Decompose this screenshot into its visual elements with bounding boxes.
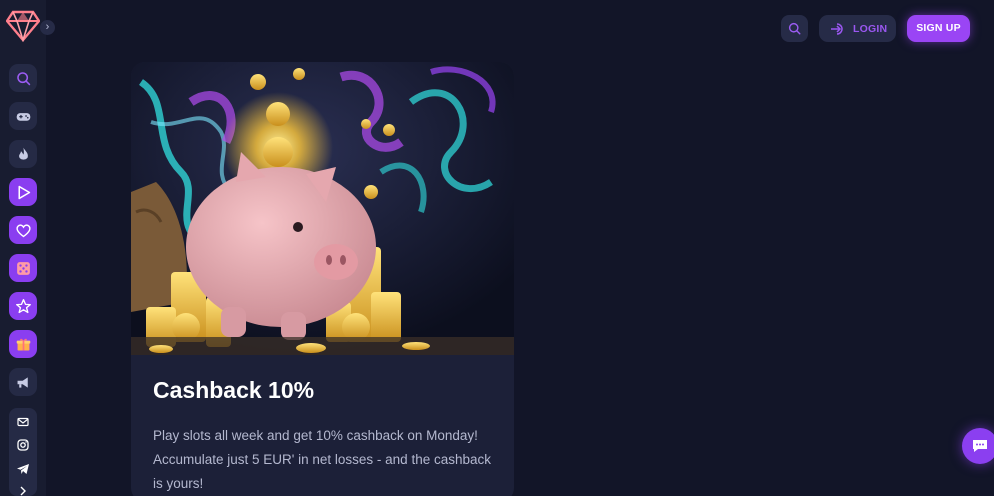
search-icon	[16, 71, 30, 85]
search-icon	[788, 22, 801, 35]
play-icon	[17, 185, 30, 199]
chat-icon	[973, 440, 987, 452]
chevron-icon[interactable]	[16, 484, 30, 496]
header-search-button[interactable]	[781, 15, 808, 42]
dice-icon	[16, 261, 30, 275]
piggy-bank-image	[131, 62, 514, 355]
chat-button[interactable]	[962, 428, 994, 464]
star-icon	[15, 298, 31, 313]
megaphone-icon	[17, 376, 28, 388]
sidebar-games-button[interactable]	[9, 102, 37, 130]
instagram-icon[interactable]	[16, 438, 30, 452]
sidebar: ›	[0, 0, 55, 496]
gamepad-icon	[16, 112, 30, 121]
sidebar-slots-button[interactable]	[9, 178, 37, 206]
login-label: LOGIN	[853, 22, 888, 35]
promo-description: Play slots all week and get 10% cashback…	[153, 428, 491, 491]
gift-icon	[16, 338, 30, 350]
login-button[interactable]: LOGIN	[819, 15, 896, 42]
promo-card[interactable]: Cashback 10% Play slots all week and get…	[131, 62, 514, 496]
mail-icon[interactable]	[16, 415, 30, 429]
diamond-logo[interactable]	[6, 10, 40, 42]
sidebar-news-button[interactable]	[9, 368, 37, 396]
telegram-icon[interactable]	[16, 462, 30, 476]
sidebar-search-button[interactable]	[9, 64, 37, 92]
signup-button[interactable]: SIGN UP	[907, 15, 970, 42]
sidebar-table-games-button[interactable]	[9, 254, 37, 282]
sidebar-favorites-button[interactable]	[9, 216, 37, 244]
promo-title: Cashback 10%	[153, 377, 315, 403]
heart-icon	[15, 223, 31, 237]
sidebar-hot-button[interactable]	[9, 140, 37, 168]
login-icon	[831, 22, 843, 35]
social-links	[9, 408, 37, 496]
sidebar-top-button[interactable]	[9, 292, 37, 320]
expand-sidebar-button[interactable]: ›	[40, 20, 55, 35]
sidebar-bonus-button[interactable]	[9, 330, 37, 358]
flame-icon	[18, 147, 28, 160]
